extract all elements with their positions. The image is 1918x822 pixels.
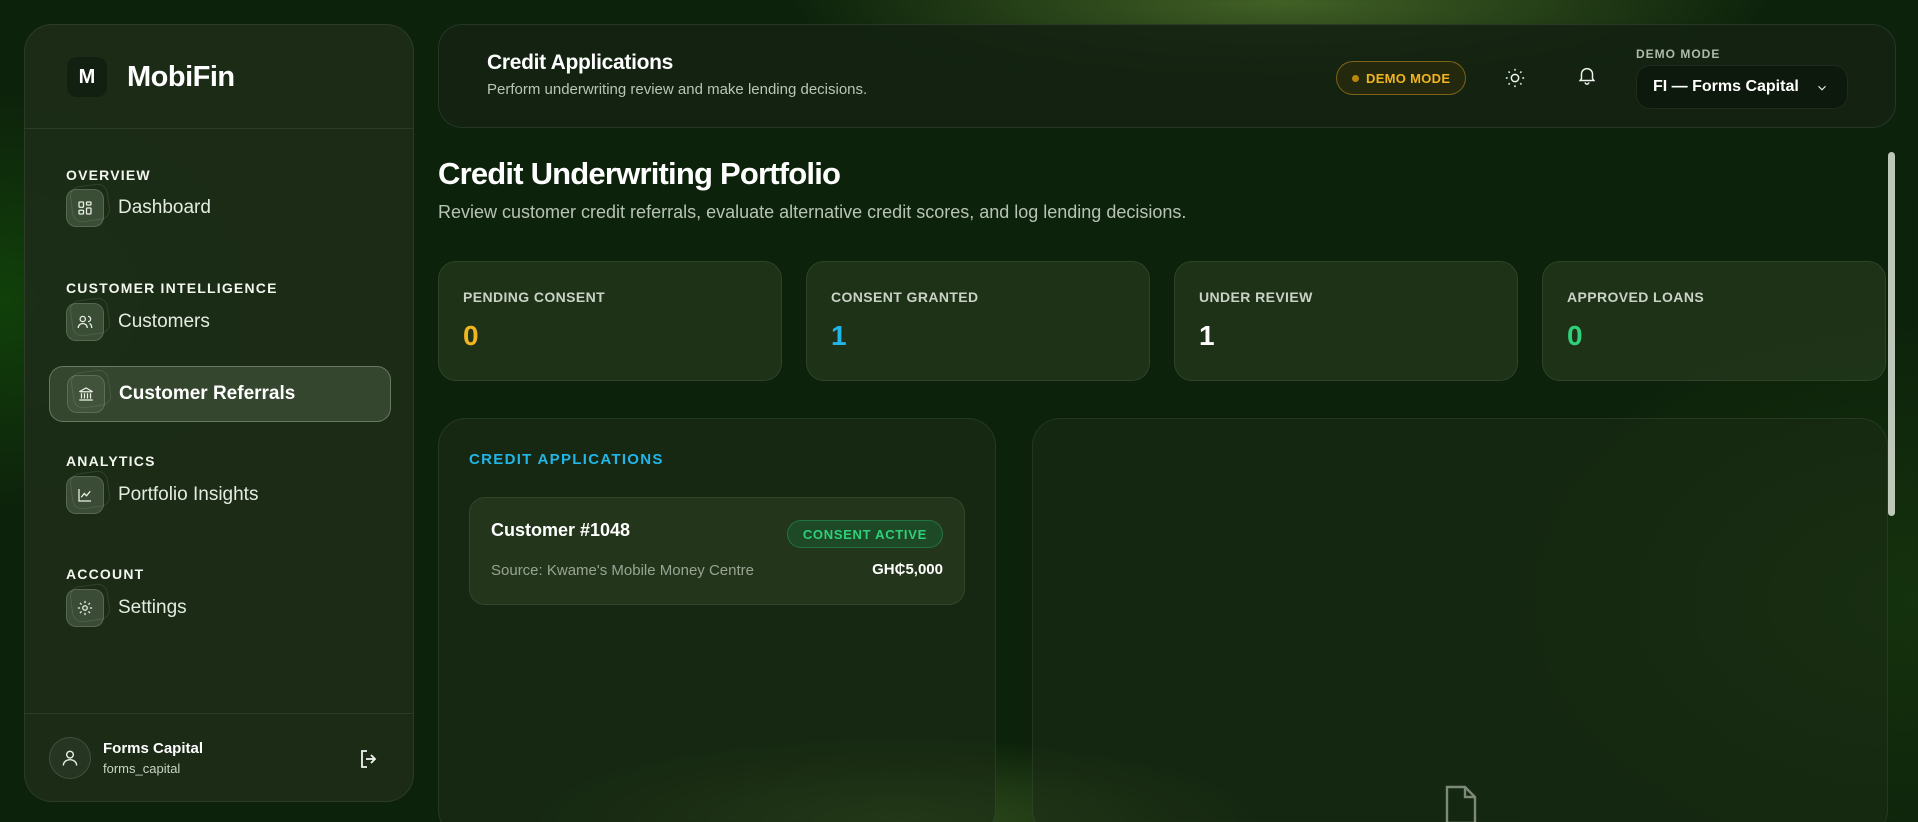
org-select[interactable]: FI — Forms Capital bbox=[1636, 65, 1848, 109]
divider bbox=[25, 713, 413, 714]
brand[interactable]: M MobiFin bbox=[67, 57, 235, 97]
chevron-down-icon bbox=[1818, 85, 1826, 91]
divider bbox=[25, 128, 413, 129]
stat-label: APPROVED LOANS bbox=[1567, 289, 1705, 305]
users-icon bbox=[66, 303, 104, 341]
stat-card-pending-consent: PENDING CONSENT 0 bbox=[438, 261, 782, 381]
brand-logo: M bbox=[67, 57, 107, 97]
stat-value: 0 bbox=[1567, 320, 1583, 351]
logout-icon bbox=[361, 750, 377, 768]
header-subtitle: Perform underwriting review and make len… bbox=[487, 81, 868, 98]
sun-icon bbox=[1505, 68, 1525, 88]
user-handle: forms_capital bbox=[103, 761, 181, 776]
user-name: Forms Capital bbox=[103, 740, 204, 757]
file-icon bbox=[1437, 781, 1485, 822]
sidebar-item-label: Portfolio Insights bbox=[118, 484, 259, 505]
logout-button[interactable] bbox=[355, 745, 383, 773]
user-avatar-icon[interactable] bbox=[49, 737, 91, 779]
top-header: Credit Applications Perform underwriting… bbox=[438, 24, 1896, 128]
sidebar-item-label: Customers bbox=[118, 311, 210, 332]
sidebar-item-dashboard[interactable]: Dashboard bbox=[49, 180, 391, 236]
brand-name: MobiFin bbox=[127, 60, 235, 93]
page-title: Credit Underwriting Portfolio bbox=[438, 156, 841, 191]
stat-card-approved-loans: APPROVED LOANS 0 bbox=[1542, 261, 1886, 381]
stat-card-consent-granted: CONSENT GRANTED 1 bbox=[806, 261, 1150, 381]
sidebar-item-label: Customer Referrals bbox=[119, 383, 296, 404]
org-select-label: DEMO MODE bbox=[1636, 47, 1721, 61]
application-detail-panel bbox=[1032, 418, 1888, 822]
dashboard-icon bbox=[66, 189, 104, 227]
stat-value: 1 bbox=[1199, 320, 1215, 351]
stat-label: CONSENT GRANTED bbox=[831, 289, 979, 305]
panel-heading: CREDIT APPLICATIONS bbox=[469, 451, 664, 468]
application-customer-name: Customer #1048 bbox=[491, 520, 631, 540]
bell-icon bbox=[1578, 67, 1596, 85]
stat-value: 0 bbox=[463, 320, 479, 351]
demo-mode-badge: DEMO MODE bbox=[1336, 61, 1467, 95]
header-title: Credit Applications bbox=[487, 51, 674, 74]
sidebar-item-label: Dashboard bbox=[118, 197, 211, 218]
scrollbar[interactable] bbox=[1888, 152, 1895, 516]
credit-applications-panel: CREDIT APPLICATIONS Customer #1048 CONSE… bbox=[438, 418, 996, 822]
application-amount: GH₵5,000 bbox=[872, 561, 943, 578]
theme-toggle-button[interactable] bbox=[1502, 65, 1528, 91]
page-subtitle: Review customer credit referrals, evalua… bbox=[438, 202, 1187, 222]
stat-label: UNDER REVIEW bbox=[1199, 289, 1313, 305]
application-card[interactable]: Customer #1048 CONSENT ACTIVE Source: Kw… bbox=[469, 497, 965, 605]
sidebar-item-customer-referrals[interactable]: Customer Referrals bbox=[49, 366, 391, 422]
stat-card-under-review: UNDER REVIEW 1 bbox=[1174, 261, 1518, 381]
sidebar-item-portfolio-insights[interactable]: Portfolio Insights bbox=[49, 467, 391, 523]
demo-mode-label: DEMO MODE bbox=[1366, 70, 1451, 86]
stat-label: PENDING CONSENT bbox=[463, 289, 606, 305]
notifications-button[interactable] bbox=[1574, 62, 1600, 88]
gear-icon bbox=[66, 589, 104, 627]
sidebar-item-settings[interactable]: Settings bbox=[49, 580, 391, 636]
org-select-value: FI — Forms Capital bbox=[1653, 78, 1799, 95]
application-source: Source: Kwame's Mobile Money Centre bbox=[491, 562, 754, 579]
chart-icon bbox=[66, 476, 104, 514]
stat-value: 1 bbox=[831, 320, 847, 351]
sidebar-item-label: Settings bbox=[118, 597, 187, 618]
sidebar: M MobiFin OVERVIEW Dashboard CUSTOMER IN… bbox=[24, 24, 414, 802]
status-badge: CONSENT ACTIVE bbox=[786, 520, 943, 548]
bank-icon bbox=[67, 375, 105, 413]
sidebar-item-customers[interactable]: Customers bbox=[49, 294, 391, 350]
status-dot-icon bbox=[1352, 74, 1359, 82]
